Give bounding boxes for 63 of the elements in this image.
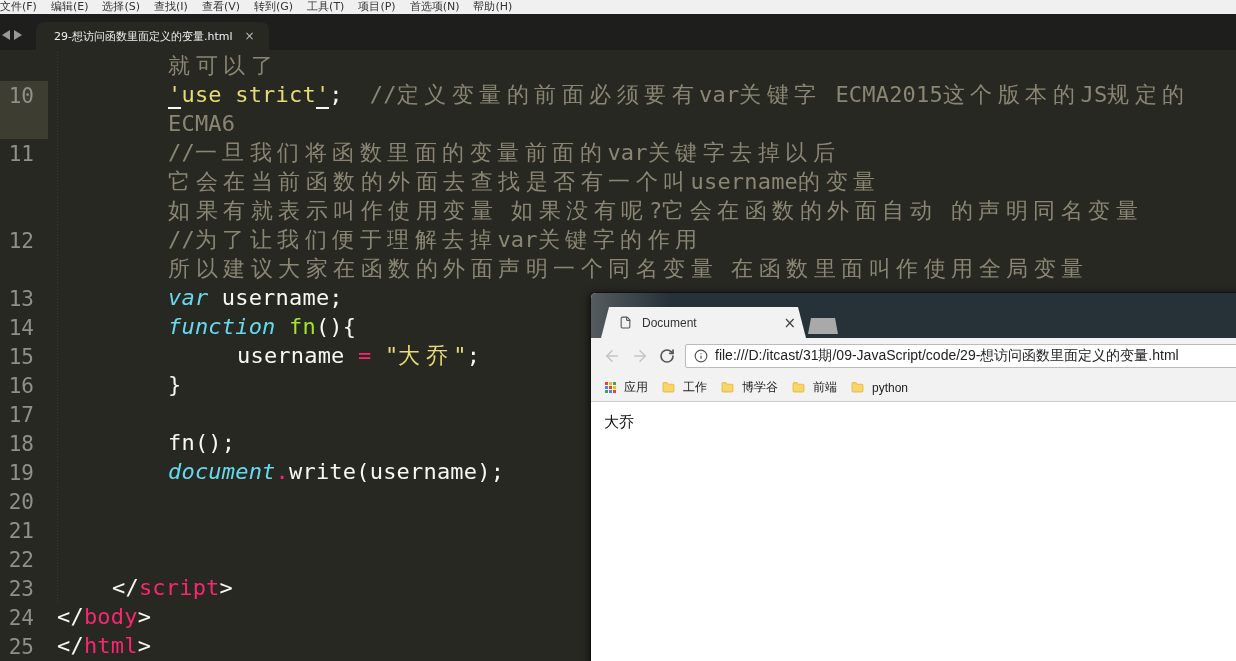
line-number: 12	[8, 228, 35, 253]
bookmark[interactable]: python	[851, 380, 909, 395]
menu-item[interactable]: 转到(G)	[254, 0, 301, 14]
line-number: 15	[8, 344, 35, 369]
line-number: 10	[8, 83, 35, 108]
menu-item[interactable]: 选择(S)	[102, 0, 148, 14]
line-number: 20	[8, 489, 35, 514]
code-line: 所以建议大家在函数的外面声明一个同名变量 在函数里面叫作使用全局变量	[168, 256, 1089, 283]
code-line: var username;	[168, 285, 343, 312]
code-line: }	[168, 372, 182, 399]
file-tab-title: 29-想访问函数里面定义的变量.html	[54, 28, 233, 44]
menu-item[interactable]: 查看(V)	[201, 0, 247, 14]
browser-tab-title: Document	[642, 315, 698, 330]
left-arrow-icon[interactable]	[2, 30, 10, 40]
browser-tab[interactable]	[808, 318, 838, 334]
line-number: 18	[8, 431, 35, 456]
code-line: 如果有就表示叫作使用变量 如果没有呢?它会在函数的外面自动 的声明同名变量	[168, 198, 1144, 225]
line-number: 13	[8, 286, 35, 311]
line-number: 22	[8, 547, 35, 572]
menu-item[interactable]: 帮助(H)	[473, 0, 520, 14]
bookmark[interactable]: 博学谷	[721, 379, 778, 396]
folder-icon	[721, 381, 734, 394]
page-text: 大乔	[604, 413, 634, 431]
page-icon	[619, 316, 632, 329]
code-line: ECMA6	[168, 111, 236, 138]
menu-item[interactable]: 项目(P)	[358, 0, 403, 14]
code-line: username = "大乔";	[237, 343, 481, 370]
code-line: </script>	[112, 575, 233, 602]
line-number: 17	[8, 402, 35, 427]
right-arrow-icon[interactable]	[14, 30, 22, 40]
code-line: fn();	[168, 430, 236, 457]
bookmark[interactable]: 工作	[662, 379, 707, 396]
apps-grid-icon	[605, 382, 616, 393]
menu-item[interactable]: 编辑(E)	[50, 0, 96, 14]
address-field[interactable]: file:///D:/itcast/31期/09-JavaScript/code/29-想访问函数里面定义的变量.html	[685, 344, 1236, 368]
code-line: document.write(username);	[168, 459, 505, 486]
menu-item[interactable]: 查找(I)	[154, 0, 195, 14]
file-tab[interactable]: 29-想访问函数里面定义的变量.html ×	[36, 22, 269, 50]
code-line: function fn(){	[168, 314, 357, 341]
menu-item[interactable]: 文件(F)	[0, 0, 44, 14]
code-line: </html>	[57, 633, 152, 660]
line-number: 24	[8, 605, 35, 630]
menu-item[interactable]: 工具(T)	[307, 0, 352, 14]
line-number: 21	[8, 518, 35, 543]
code-line: 就可以了	[168, 53, 278, 80]
line-number: 11	[8, 141, 35, 166]
line-number: 16	[8, 373, 35, 398]
info-icon	[694, 349, 708, 363]
folder-icon	[851, 381, 864, 394]
line-number: 25	[8, 634, 35, 659]
folder-icon	[792, 381, 805, 394]
reload-icon[interactable]	[659, 348, 675, 364]
line-number: 19	[8, 460, 35, 485]
line-number: 23	[8, 576, 35, 601]
bookmark[interactable]: 前端	[792, 379, 837, 396]
browser-tab[interactable]: Document ×	[601, 307, 806, 338]
menu-item[interactable]: 首选项(N)	[409, 0, 467, 14]
close-tab-button[interactable]: ×	[783, 313, 796, 332]
close-tab-button[interactable]: ×	[244, 29, 255, 43]
bookmark[interactable]: 应用	[605, 379, 648, 396]
code-line: </body>	[57, 604, 152, 631]
line-number: 14	[8, 315, 35, 340]
folder-icon	[662, 381, 675, 394]
